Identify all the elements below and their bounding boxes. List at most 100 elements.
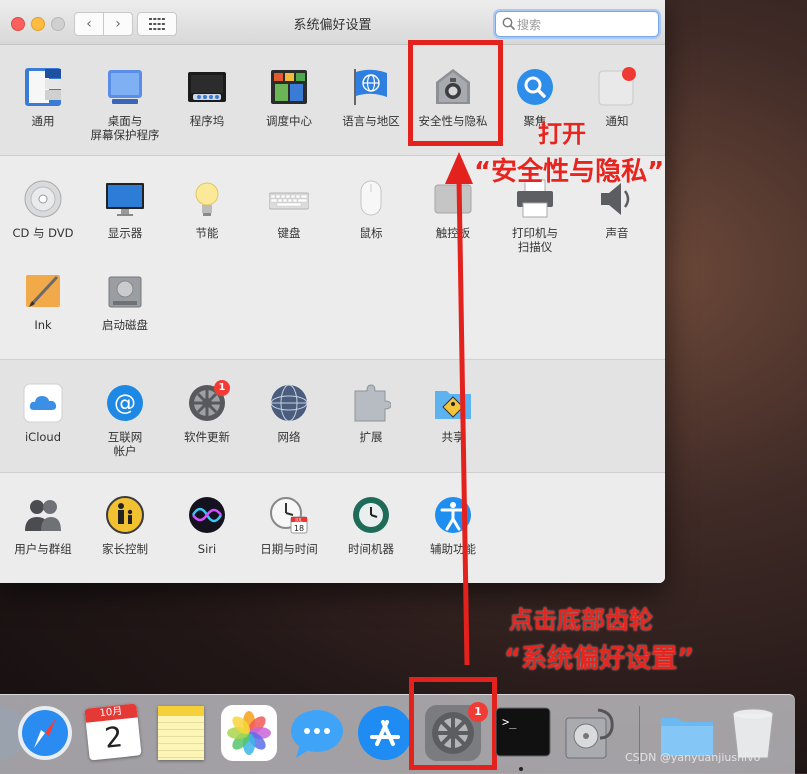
annotation-open-line2: “安全性与隐私” xyxy=(474,157,665,187)
pref-parental-controls[interactable]: 家长控制 xyxy=(84,495,166,556)
pref-label: 日期与时间 xyxy=(260,542,318,556)
pref-label: CD 与 DVD xyxy=(12,226,74,240)
pref-language-region[interactable]: 语言与地区 xyxy=(330,67,412,128)
svg-text:>_: >_ xyxy=(502,715,517,729)
pref-label: iCloud xyxy=(24,430,62,444)
spotlight-icon xyxy=(515,67,555,107)
pref-keyboard[interactable]: 键盘 xyxy=(248,179,330,240)
pref-software-update[interactable]: 1 软件更新 xyxy=(166,380,248,444)
pref-internet-accounts[interactable]: @ 互联网 帐户 xyxy=(84,383,166,458)
search-field[interactable]: 搜索 xyxy=(495,11,659,37)
pref-label: Siri xyxy=(197,542,217,556)
pref-label: 家长控制 xyxy=(102,542,148,556)
running-indicator xyxy=(519,767,523,771)
pref-extensions[interactable]: 扩展 xyxy=(330,383,412,444)
calendar-icon[interactable]: 10月 2 xyxy=(84,703,142,762)
siri-icon xyxy=(187,495,227,535)
watermark: CSDN @yanyuanjiushivo xyxy=(625,751,761,764)
internet-section: iCloud @ 互联网 帐户 1 软件更新 网络 扩展 共享 xyxy=(0,360,665,473)
pref-energy-saver[interactable]: 节能 xyxy=(166,179,248,240)
pref-label: 调度中心 xyxy=(266,114,312,128)
pref-label: 桌面与 屏幕保护程序 xyxy=(90,114,160,142)
date-time-icon-month: JUL xyxy=(294,518,303,524)
pref-displays[interactable]: 显示器 xyxy=(84,179,166,240)
pref-network[interactable]: 网络 xyxy=(248,383,330,444)
pref-printers-scanners[interactable]: 打印机与 扫描仪 xyxy=(494,179,576,254)
general-icon xyxy=(23,67,63,107)
displays-icon xyxy=(105,179,145,219)
pref-label: 鼠标 xyxy=(359,226,383,240)
pref-date-time[interactable]: JUL 18 日期与时间 xyxy=(248,495,330,556)
pref-desktop-screensaver[interactable]: 桌面与 屏幕保护程序 xyxy=(84,67,166,142)
notes-icon[interactable] xyxy=(152,704,210,762)
extensions-icon xyxy=(351,383,392,423)
pref-ink[interactable]: Ink xyxy=(2,271,84,332)
pref-mouse[interactable]: 鼠标 xyxy=(330,179,412,240)
date-time-icon: JUL 18 xyxy=(269,495,309,535)
notifications-icon xyxy=(597,67,637,107)
pref-dock[interactable]: 程序坞 xyxy=(166,67,248,128)
pref-notifications[interactable]: 通知 xyxy=(576,67,658,128)
pref-label: 打印机与 扫描仪 xyxy=(512,226,558,254)
pref-startup-disk[interactable]: 启动磁盘 xyxy=(84,271,166,332)
mission-control-icon xyxy=(269,67,309,107)
pref-mission-control[interactable]: 调度中心 xyxy=(248,67,330,128)
annotation-arrow xyxy=(445,152,473,666)
disk-utility-icon[interactable] xyxy=(560,704,618,762)
system-preferences-window: ‹ › 系统偏好设置 搜索 通用 桌面与 屏幕保护程序 程序坞 调度中心 语言与… xyxy=(0,0,665,583)
pref-users-groups[interactable]: 用户与群组 xyxy=(2,495,84,556)
dock-icon xyxy=(187,67,227,107)
pref-icloud[interactable]: iCloud xyxy=(2,383,84,444)
pref-label: 节能 xyxy=(195,226,219,240)
energy-saver-icon xyxy=(187,179,227,219)
language-region-icon xyxy=(351,67,391,107)
photos-icon[interactable] xyxy=(220,704,278,762)
update-badge: 1 xyxy=(214,380,230,396)
pref-cd-dvd[interactable]: CD 与 DVD xyxy=(2,179,84,240)
pref-sound[interactable]: 声音 xyxy=(576,179,658,240)
mouse-icon xyxy=(351,179,391,219)
dock-sysprefs-highlight xyxy=(409,677,497,770)
pref-label: 互联网 帐户 xyxy=(107,430,143,458)
pref-label: Ink xyxy=(34,318,52,332)
users-groups-icon xyxy=(23,495,63,535)
cd-dvd-icon xyxy=(23,179,63,219)
annotation-click-line1: 点击底部齿轮 xyxy=(509,606,653,634)
pref-label: 时间机器 xyxy=(348,542,394,556)
pref-label: 语言与地区 xyxy=(342,114,400,128)
pref-label: 键盘 xyxy=(277,226,301,240)
terminal-icon[interactable]: >_ xyxy=(494,704,552,762)
svg-text:@: @ xyxy=(114,391,136,416)
safari-icon[interactable] xyxy=(16,704,74,762)
title-bar: ‹ › 系统偏好设置 搜索 xyxy=(0,0,665,45)
pref-label: 声音 xyxy=(605,226,629,240)
search-placeholder: 搜索 xyxy=(517,18,542,32)
pref-time-machine[interactable]: 时间机器 xyxy=(330,495,412,556)
icloud-icon xyxy=(23,383,63,423)
pref-siri[interactable]: Siri xyxy=(166,495,248,556)
pref-label: 扩展 xyxy=(359,430,383,444)
time-machine-icon xyxy=(351,495,391,535)
calendar-day: 2 xyxy=(102,720,125,755)
pref-general[interactable]: 通用 xyxy=(2,67,84,128)
internet-accounts-icon: @ xyxy=(105,383,145,423)
pref-label: 启动磁盘 xyxy=(102,318,148,332)
network-icon xyxy=(269,383,309,423)
pref-label: 网络 xyxy=(277,430,301,444)
annotation-open-line1: 打开 xyxy=(538,120,586,148)
search-icon xyxy=(502,17,516,31)
pref-label: 用户与群组 xyxy=(14,542,72,556)
parental-controls-icon xyxy=(105,495,145,535)
date-time-icon-day: 18 xyxy=(294,524,304,533)
pref-label: 通知 xyxy=(605,114,629,128)
pref-label: 显示器 xyxy=(107,226,143,240)
pref-label: 软件更新 xyxy=(184,430,230,444)
app-store-icon[interactable] xyxy=(356,704,414,762)
pref-label: 程序坞 xyxy=(189,114,225,128)
desktop-screensaver-icon xyxy=(105,67,145,107)
system-section: 用户与群组 家长控制 Siri JUL 18 日期与时间 时间机器 辅助功能 xyxy=(0,473,665,583)
annotation-click-line2: “系统偏好设置” xyxy=(504,644,695,674)
pref-label: 通用 xyxy=(31,114,55,128)
software-update-icon: 1 xyxy=(187,380,230,423)
messages-icon[interactable] xyxy=(288,704,346,762)
